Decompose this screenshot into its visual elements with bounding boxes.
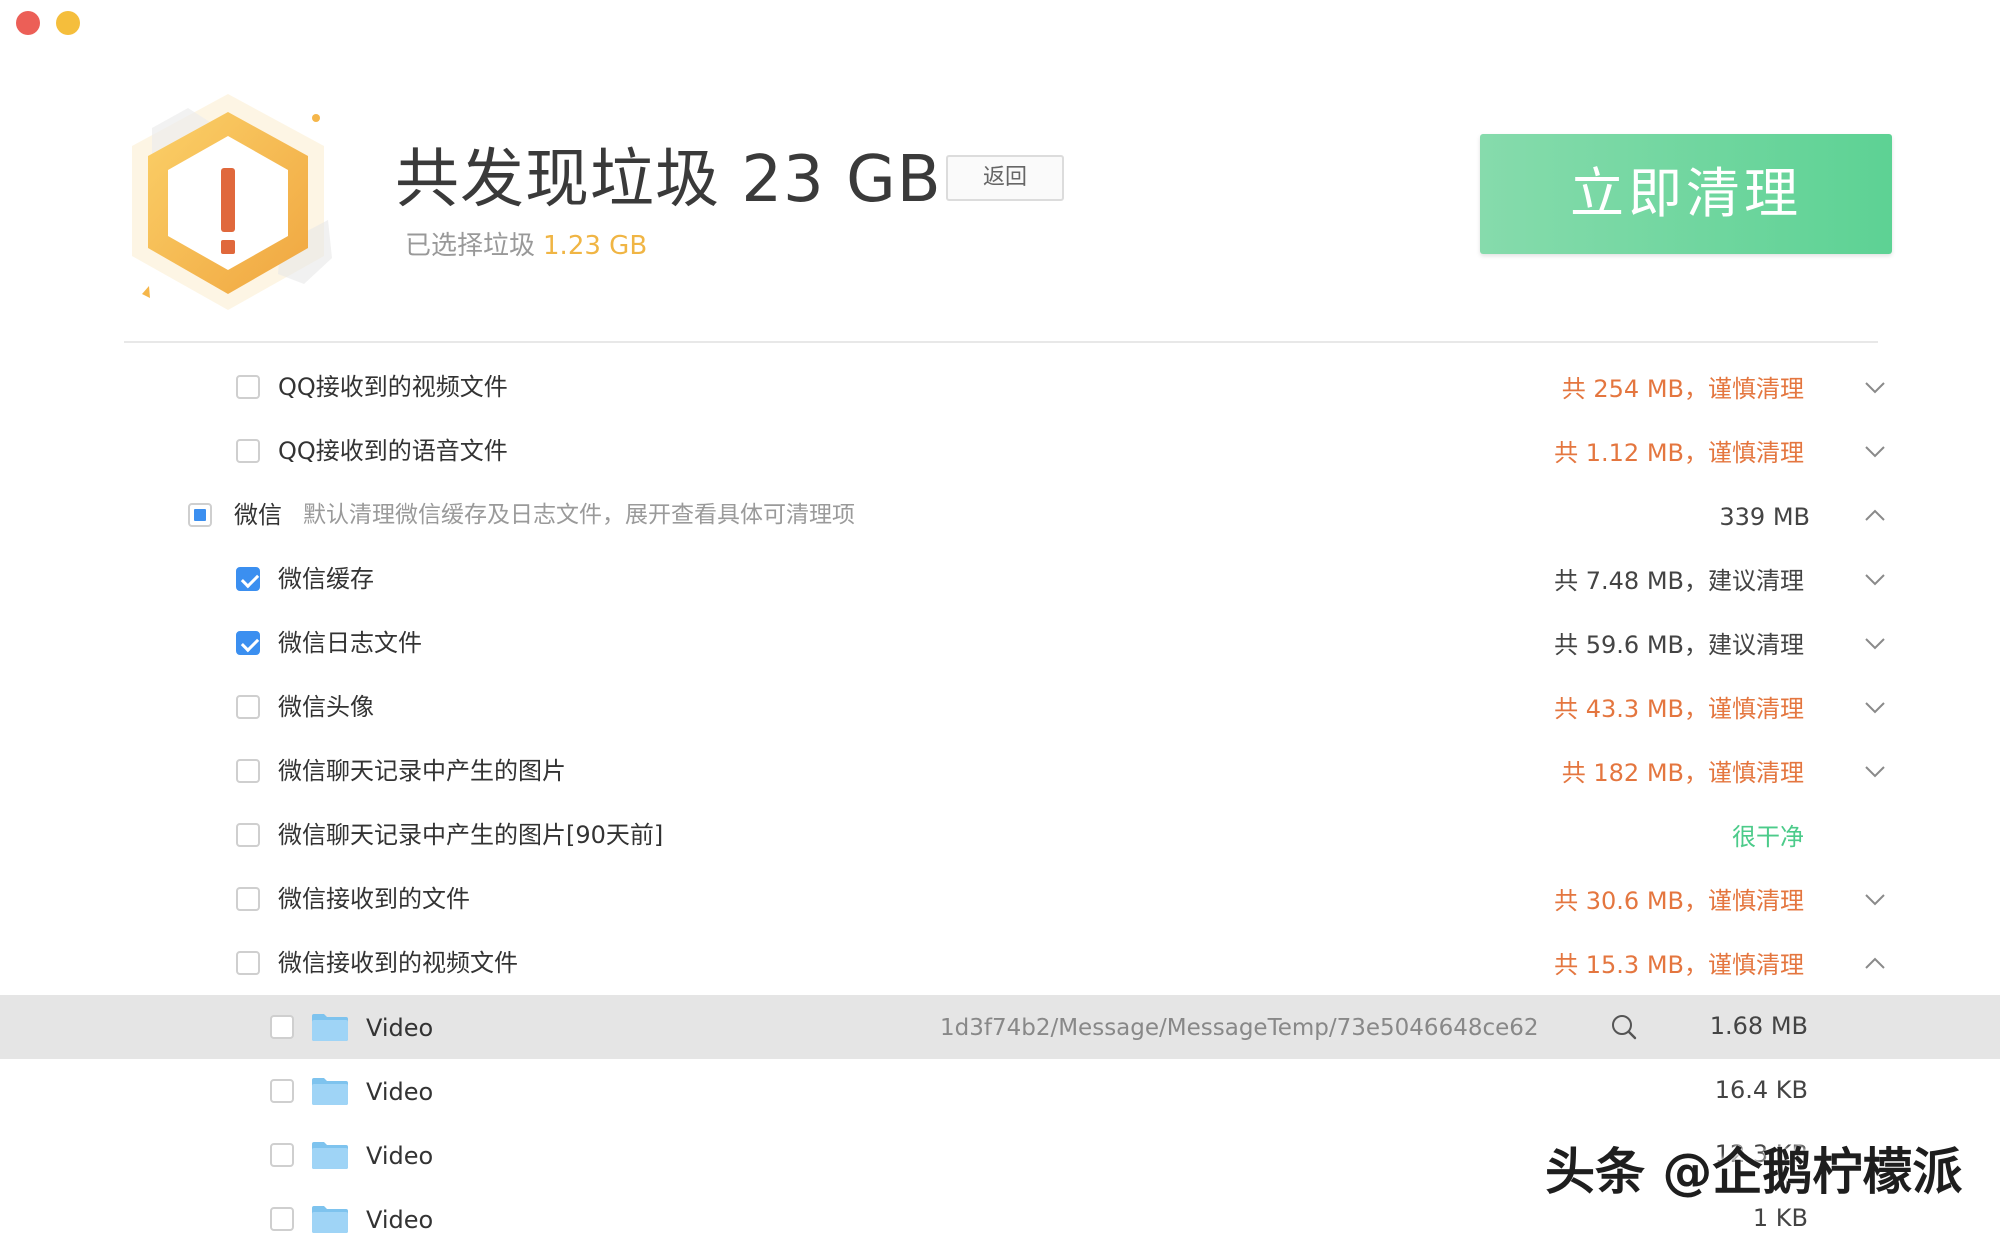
file-name: Video	[366, 1014, 434, 1042]
minimize-window-button[interactable]	[56, 11, 80, 35]
item-label: QQ接收到的语音文件	[278, 437, 508, 465]
item-checkbox[interactable]	[236, 823, 260, 847]
file-size: 1 KB	[1752, 1204, 1808, 1232]
chevron-up-icon[interactable]	[1862, 951, 1888, 977]
clean-now-button[interactable]: 立即清理	[1480, 134, 1892, 254]
chevron-down-icon[interactable]	[1862, 759, 1888, 785]
list-item[interactable]: 微信头像 共 43.3 MB，谨慎清理	[0, 675, 2000, 739]
group-size: 339 MB	[1719, 503, 1810, 531]
chevron-down-icon[interactable]	[1862, 695, 1888, 721]
item-checkbox[interactable]	[236, 887, 260, 911]
item-label: QQ接收到的视频文件	[278, 373, 508, 401]
folder-icon	[312, 1206, 348, 1233]
item-status: 共 15.3 MB，谨慎清理	[1554, 951, 1804, 979]
folder-icon	[312, 1014, 348, 1041]
group-description: 默认清理微信缓存及日志文件，展开查看具体可清理项	[303, 502, 855, 528]
file-checkbox[interactable]	[270, 1207, 294, 1231]
file-row[interactable]: Video 16.4 KB	[0, 1059, 2000, 1123]
chevron-down-icon[interactable]	[1862, 631, 1888, 657]
item-label: 微信缓存	[278, 565, 374, 593]
group-label: 微信	[234, 501, 282, 529]
group-checkbox[interactable]	[188, 503, 212, 527]
folder-icon	[312, 1078, 348, 1105]
item-status: 共 7.48 MB，建议清理	[1554, 567, 1804, 595]
junk-item-list: QQ接收到的视频文件 共 254 MB，谨慎清理 QQ接收到的语音文件 共 1.…	[0, 355, 2000, 1251]
item-checkbox[interactable]	[236, 631, 260, 655]
file-path: 1d3f74b2/Message/MessageTemp/73e5046648c…	[940, 1015, 1539, 1041]
item-status: 共 1.12 MB，谨慎清理	[1554, 439, 1804, 467]
file-checkbox[interactable]	[270, 1015, 294, 1039]
item-label: 微信接收到的视频文件	[278, 949, 518, 977]
item-status: 很干净	[1732, 823, 1804, 851]
list-item[interactable]: 微信缓存 共 7.48 MB，建议清理	[0, 547, 2000, 611]
selected-label: 已选择垃圾	[405, 231, 536, 261]
item-status: 共 254 MB，谨慎清理	[1561, 375, 1804, 403]
back-button[interactable]: 返回	[946, 155, 1064, 201]
item-label: 微信接收到的文件	[278, 885, 470, 913]
item-status: 共 43.3 MB，谨慎清理	[1554, 695, 1804, 723]
item-label: 微信日志文件	[278, 629, 422, 657]
file-checkbox[interactable]	[270, 1143, 294, 1167]
list-item[interactable]: QQ接收到的语音文件 共 1.12 MB，谨慎清理	[0, 419, 2000, 483]
chevron-up-icon[interactable]	[1862, 503, 1888, 529]
chevron-down-icon[interactable]	[1862, 439, 1888, 465]
search-icon[interactable]	[1608, 1011, 1640, 1043]
list-item[interactable]: 微信聊天记录中产生的图片 共 182 MB，谨慎清理	[0, 739, 2000, 803]
item-checkbox[interactable]	[236, 439, 260, 463]
item-checkbox[interactable]	[236, 759, 260, 783]
file-row[interactable]: Video 1d3f74b2/Message/MessageTemp/73e50…	[0, 995, 2000, 1059]
item-label: 微信聊天记录中产生的图片[90天前]	[278, 821, 664, 849]
list-item[interactable]: QQ接收到的视频文件 共 254 MB，谨慎清理	[0, 355, 2000, 419]
group-item-wechat[interactable]: 微信 默认清理微信缓存及日志文件，展开查看具体可清理项 339 MB	[0, 483, 2000, 547]
header-divider	[124, 341, 1878, 343]
file-name: Video	[366, 1142, 434, 1170]
close-window-button[interactable]	[16, 11, 40, 35]
file-checkbox[interactable]	[270, 1079, 294, 1103]
item-label: 微信聊天记录中产生的图片	[278, 757, 566, 785]
list-item[interactable]: 微信接收到的视频文件 共 15.3 MB，谨慎清理	[0, 931, 2000, 995]
item-checkbox[interactable]	[236, 567, 260, 591]
folder-icon	[312, 1142, 348, 1169]
item-status: 共 182 MB，谨慎清理	[1561, 759, 1804, 787]
chevron-down-icon[interactable]	[1862, 375, 1888, 401]
item-checkbox[interactable]	[236, 951, 260, 975]
warning-hexagon-icon	[132, 94, 332, 310]
file-name: Video	[366, 1206, 434, 1234]
item-checkbox[interactable]	[236, 695, 260, 719]
selected-amount: 1.23 GB	[543, 231, 648, 261]
list-item[interactable]: 微信聊天记录中产生的图片[90天前] 很干净	[0, 803, 2000, 867]
item-status: 共 59.6 MB，建议清理	[1554, 631, 1804, 659]
chevron-down-icon[interactable]	[1862, 567, 1888, 593]
selected-summary: 已选择垃圾 1.23 GB	[405, 228, 647, 264]
chevron-down-icon[interactable]	[1862, 887, 1888, 913]
file-size: 16.4 KB	[1714, 1076, 1808, 1104]
item-checkbox[interactable]	[236, 375, 260, 399]
list-item[interactable]: 微信日志文件 共 59.6 MB，建议清理	[0, 611, 2000, 675]
page-title: 共发现垃圾 23 GB	[395, 143, 942, 217]
file-size: 1.68 MB	[1709, 1012, 1808, 1040]
item-status: 共 30.6 MB，谨慎清理	[1554, 887, 1804, 915]
watermark: 头条 @企鹅柠檬派	[1545, 1143, 1963, 1201]
file-name: Video	[366, 1078, 434, 1106]
list-item[interactable]: 微信接收到的文件 共 30.6 MB，谨慎清理	[0, 867, 2000, 931]
item-label: 微信头像	[278, 693, 374, 721]
